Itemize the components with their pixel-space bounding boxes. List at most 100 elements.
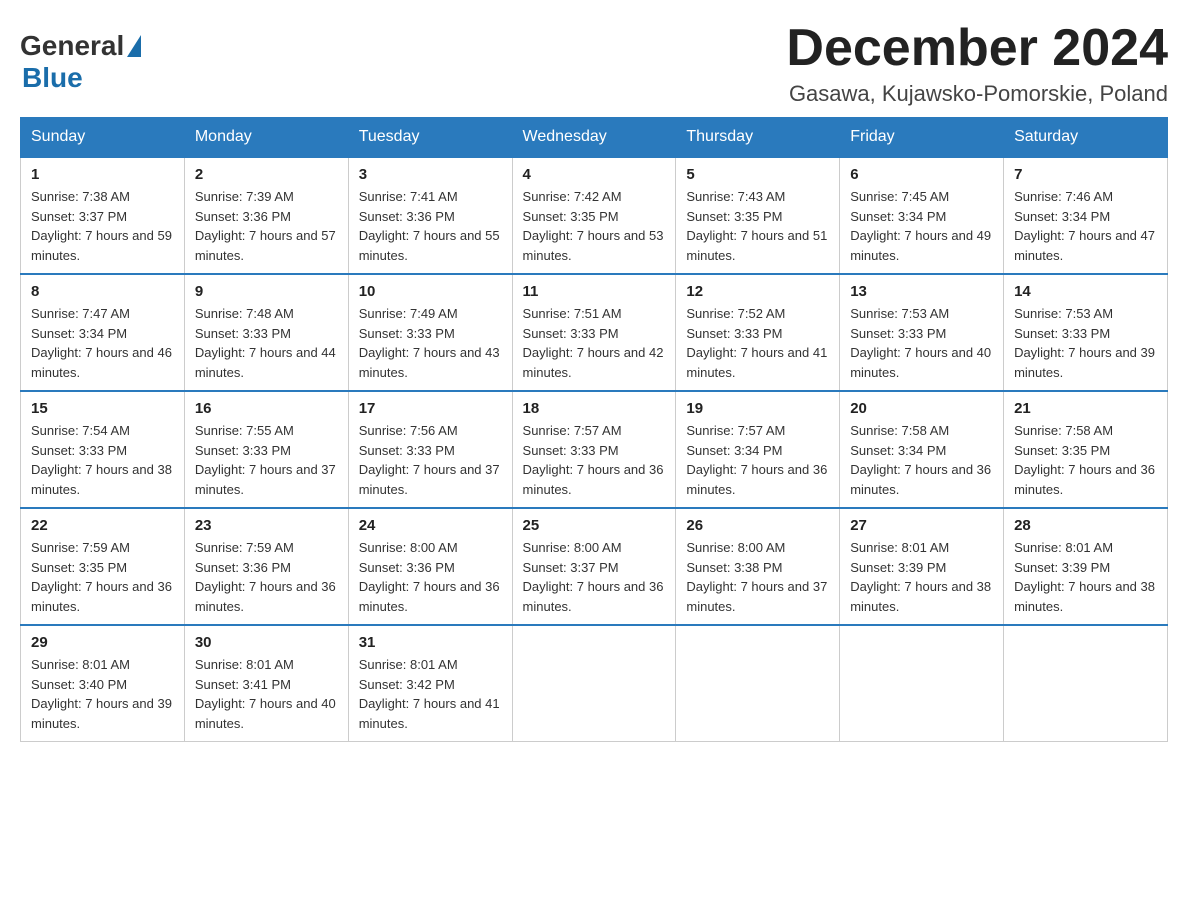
day-number: 17 xyxy=(359,400,502,417)
day-number: 8 xyxy=(31,283,174,300)
day-info: Sunrise: 7:57 AMSunset: 3:33 PMDaylight:… xyxy=(523,423,664,497)
page-header: General Blue December 2024 Gasawa, Kujaw… xyxy=(20,20,1168,107)
calendar-day-cell: 22 Sunrise: 7:59 AMSunset: 3:35 PMDaylig… xyxy=(21,508,185,625)
day-number: 18 xyxy=(523,400,666,417)
day-info: Sunrise: 7:46 AMSunset: 3:34 PMDaylight:… xyxy=(1014,189,1155,263)
day-info: Sunrise: 7:53 AMSunset: 3:33 PMDaylight:… xyxy=(850,306,991,380)
day-info: Sunrise: 7:39 AMSunset: 3:36 PMDaylight:… xyxy=(195,189,336,263)
calendar-day-cell xyxy=(512,625,676,742)
day-info: Sunrise: 7:38 AMSunset: 3:37 PMDaylight:… xyxy=(31,189,172,263)
calendar-day-cell: 21 Sunrise: 7:58 AMSunset: 3:35 PMDaylig… xyxy=(1004,391,1168,508)
calendar-day-cell xyxy=(840,625,1004,742)
calendar-day-cell: 9 Sunrise: 7:48 AMSunset: 3:33 PMDayligh… xyxy=(184,274,348,391)
logo: General Blue xyxy=(20,30,141,94)
calendar-week-row: 22 Sunrise: 7:59 AMSunset: 3:35 PMDaylig… xyxy=(21,508,1168,625)
day-number: 9 xyxy=(195,283,338,300)
day-number: 16 xyxy=(195,400,338,417)
calendar-day-cell: 6 Sunrise: 7:45 AMSunset: 3:34 PMDayligh… xyxy=(840,157,1004,274)
calendar-day-cell: 2 Sunrise: 7:39 AMSunset: 3:36 PMDayligh… xyxy=(184,157,348,274)
calendar-day-cell: 15 Sunrise: 7:54 AMSunset: 3:33 PMDaylig… xyxy=(21,391,185,508)
calendar-day-cell: 29 Sunrise: 8:01 AMSunset: 3:40 PMDaylig… xyxy=(21,625,185,742)
day-info: Sunrise: 7:43 AMSunset: 3:35 PMDaylight:… xyxy=(686,189,827,263)
calendar-table: Sunday Monday Tuesday Wednesday Thursday… xyxy=(20,117,1168,742)
calendar-day-cell: 24 Sunrise: 8:00 AMSunset: 3:36 PMDaylig… xyxy=(348,508,512,625)
day-info: Sunrise: 8:01 AMSunset: 3:41 PMDaylight:… xyxy=(195,657,336,731)
col-saturday: Saturday xyxy=(1004,118,1168,158)
day-number: 23 xyxy=(195,517,338,534)
calendar-day-cell: 28 Sunrise: 8:01 AMSunset: 3:39 PMDaylig… xyxy=(1004,508,1168,625)
day-info: Sunrise: 8:00 AMSunset: 3:36 PMDaylight:… xyxy=(359,540,500,614)
day-number: 19 xyxy=(686,400,829,417)
day-info: Sunrise: 8:01 AMSunset: 3:39 PMDaylight:… xyxy=(1014,540,1155,614)
day-info: Sunrise: 7:52 AMSunset: 3:33 PMDaylight:… xyxy=(686,306,827,380)
calendar-day-cell: 19 Sunrise: 7:57 AMSunset: 3:34 PMDaylig… xyxy=(676,391,840,508)
calendar-day-cell xyxy=(1004,625,1168,742)
calendar-week-row: 8 Sunrise: 7:47 AMSunset: 3:34 PMDayligh… xyxy=(21,274,1168,391)
calendar-day-cell: 27 Sunrise: 8:01 AMSunset: 3:39 PMDaylig… xyxy=(840,508,1004,625)
day-number: 27 xyxy=(850,517,993,534)
day-info: Sunrise: 7:55 AMSunset: 3:33 PMDaylight:… xyxy=(195,423,336,497)
calendar-day-cell: 18 Sunrise: 7:57 AMSunset: 3:33 PMDaylig… xyxy=(512,391,676,508)
day-info: Sunrise: 7:56 AMSunset: 3:33 PMDaylight:… xyxy=(359,423,500,497)
day-info: Sunrise: 7:49 AMSunset: 3:33 PMDaylight:… xyxy=(359,306,500,380)
calendar-day-cell: 23 Sunrise: 7:59 AMSunset: 3:36 PMDaylig… xyxy=(184,508,348,625)
calendar-day-cell: 31 Sunrise: 8:01 AMSunset: 3:42 PMDaylig… xyxy=(348,625,512,742)
col-tuesday: Tuesday xyxy=(348,118,512,158)
calendar-day-cell: 8 Sunrise: 7:47 AMSunset: 3:34 PMDayligh… xyxy=(21,274,185,391)
calendar-day-cell: 26 Sunrise: 8:00 AMSunset: 3:38 PMDaylig… xyxy=(676,508,840,625)
calendar-day-cell: 25 Sunrise: 8:00 AMSunset: 3:37 PMDaylig… xyxy=(512,508,676,625)
location-subtitle: Gasawa, Kujawsko-Pomorskie, Poland xyxy=(786,81,1168,107)
logo-general-text: General xyxy=(20,30,124,62)
calendar-day-cell: 13 Sunrise: 7:53 AMSunset: 3:33 PMDaylig… xyxy=(840,274,1004,391)
day-number: 20 xyxy=(850,400,993,417)
calendar-week-row: 29 Sunrise: 8:01 AMSunset: 3:40 PMDaylig… xyxy=(21,625,1168,742)
day-info: Sunrise: 7:51 AMSunset: 3:33 PMDaylight:… xyxy=(523,306,664,380)
logo-arrow-icon xyxy=(127,35,141,57)
day-number: 24 xyxy=(359,517,502,534)
day-info: Sunrise: 7:47 AMSunset: 3:34 PMDaylight:… xyxy=(31,306,172,380)
col-thursday: Thursday xyxy=(676,118,840,158)
calendar-day-cell: 10 Sunrise: 7:49 AMSunset: 3:33 PMDaylig… xyxy=(348,274,512,391)
calendar-day-cell: 14 Sunrise: 7:53 AMSunset: 3:33 PMDaylig… xyxy=(1004,274,1168,391)
day-info: Sunrise: 7:59 AMSunset: 3:35 PMDaylight:… xyxy=(31,540,172,614)
day-number: 22 xyxy=(31,517,174,534)
calendar-day-cell: 7 Sunrise: 7:46 AMSunset: 3:34 PMDayligh… xyxy=(1004,157,1168,274)
day-info: Sunrise: 7:57 AMSunset: 3:34 PMDaylight:… xyxy=(686,423,827,497)
day-info: Sunrise: 7:58 AMSunset: 3:35 PMDaylight:… xyxy=(1014,423,1155,497)
day-info: Sunrise: 7:41 AMSunset: 3:36 PMDaylight:… xyxy=(359,189,500,263)
day-info: Sunrise: 8:01 AMSunset: 3:42 PMDaylight:… xyxy=(359,657,500,731)
day-number: 7 xyxy=(1014,166,1157,183)
day-number: 21 xyxy=(1014,400,1157,417)
day-number: 10 xyxy=(359,283,502,300)
day-number: 1 xyxy=(31,166,174,183)
day-number: 31 xyxy=(359,634,502,651)
day-number: 28 xyxy=(1014,517,1157,534)
day-number: 2 xyxy=(195,166,338,183)
day-number: 6 xyxy=(850,166,993,183)
calendar-day-cell xyxy=(676,625,840,742)
day-info: Sunrise: 7:45 AMSunset: 3:34 PMDaylight:… xyxy=(850,189,991,263)
day-number: 25 xyxy=(523,517,666,534)
col-monday: Monday xyxy=(184,118,348,158)
calendar-day-cell: 1 Sunrise: 7:38 AMSunset: 3:37 PMDayligh… xyxy=(21,157,185,274)
calendar-day-cell: 30 Sunrise: 8:01 AMSunset: 3:41 PMDaylig… xyxy=(184,625,348,742)
day-info: Sunrise: 7:53 AMSunset: 3:33 PMDaylight:… xyxy=(1014,306,1155,380)
calendar-day-cell: 16 Sunrise: 7:55 AMSunset: 3:33 PMDaylig… xyxy=(184,391,348,508)
day-info: Sunrise: 7:59 AMSunset: 3:36 PMDaylight:… xyxy=(195,540,336,614)
logo-blue-text: Blue xyxy=(22,62,83,94)
col-sunday: Sunday xyxy=(21,118,185,158)
calendar-day-cell: 17 Sunrise: 7:56 AMSunset: 3:33 PMDaylig… xyxy=(348,391,512,508)
day-info: Sunrise: 7:54 AMSunset: 3:33 PMDaylight:… xyxy=(31,423,172,497)
day-info: Sunrise: 8:00 AMSunset: 3:38 PMDaylight:… xyxy=(686,540,827,614)
day-number: 30 xyxy=(195,634,338,651)
col-friday: Friday xyxy=(840,118,1004,158)
day-info: Sunrise: 8:01 AMSunset: 3:40 PMDaylight:… xyxy=(31,657,172,731)
calendar-day-cell: 11 Sunrise: 7:51 AMSunset: 3:33 PMDaylig… xyxy=(512,274,676,391)
col-wednesday: Wednesday xyxy=(512,118,676,158)
calendar-day-cell: 4 Sunrise: 7:42 AMSunset: 3:35 PMDayligh… xyxy=(512,157,676,274)
day-info: Sunrise: 7:42 AMSunset: 3:35 PMDaylight:… xyxy=(523,189,664,263)
day-number: 14 xyxy=(1014,283,1157,300)
calendar-week-row: 1 Sunrise: 7:38 AMSunset: 3:37 PMDayligh… xyxy=(21,157,1168,274)
calendar-week-row: 15 Sunrise: 7:54 AMSunset: 3:33 PMDaylig… xyxy=(21,391,1168,508)
day-info: Sunrise: 8:00 AMSunset: 3:37 PMDaylight:… xyxy=(523,540,664,614)
